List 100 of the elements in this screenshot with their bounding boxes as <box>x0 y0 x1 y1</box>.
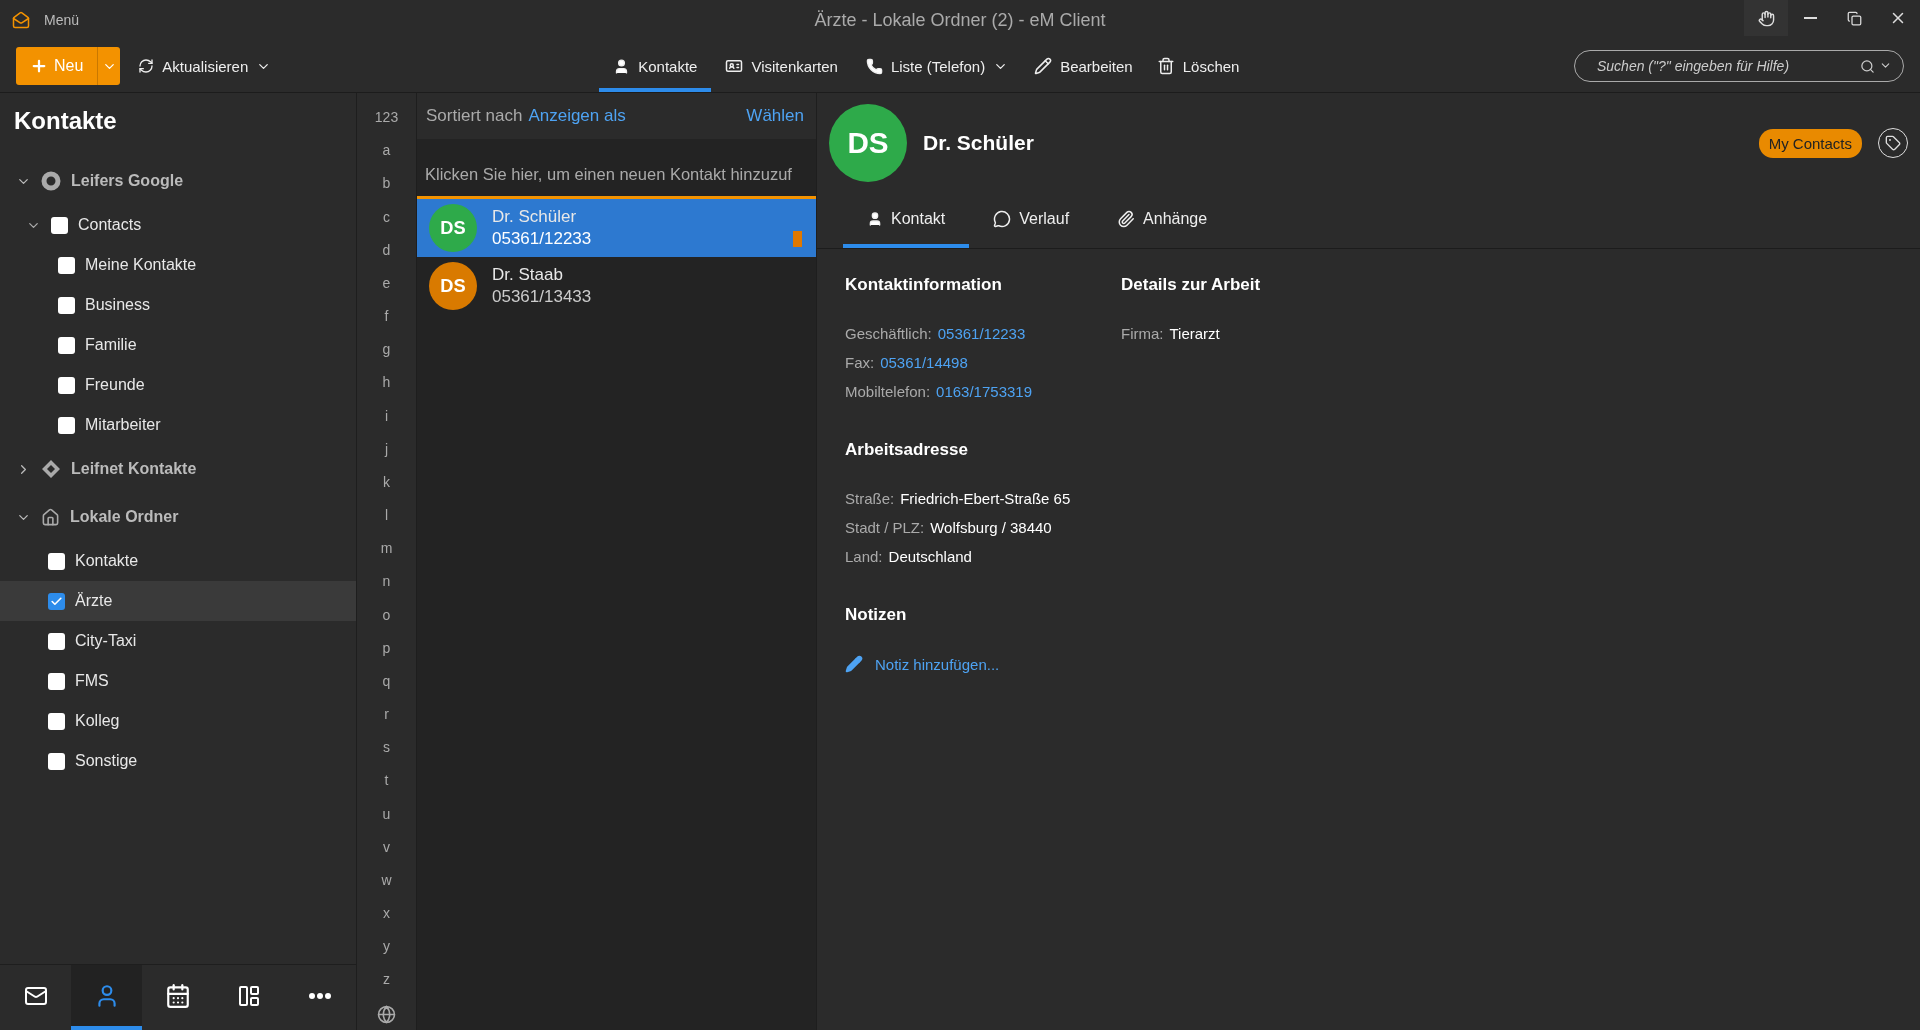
logo-icon <box>12 11 30 29</box>
checkbox[interactable] <box>48 552 65 570</box>
alphabet-index[interactable]: i <box>384 407 389 424</box>
sort-link[interactable]: Anzeigen als <box>528 106 626 126</box>
account-item[interactable]: Lokale Ordner <box>0 493 356 541</box>
folder-item[interactable]: Freunde <box>0 365 356 405</box>
alphabet-index[interactable]: q <box>382 672 391 689</box>
sidebar-title: Kontakte <box>13 106 118 136</box>
section-title: Details zur Arbeit <box>1121 275 1262 295</box>
alphabet-index[interactable]: y <box>383 938 390 955</box>
folder-item[interactable]: Kontakte <box>0 541 356 581</box>
detail-tab[interactable]: Verlauf <box>969 193 1094 248</box>
category-tag[interactable]: My Contacts <box>1758 128 1862 158</box>
alphabet-index[interactable]: a <box>382 142 391 159</box>
add-note-link[interactable]: Notiz hinzufügen... <box>845 655 1892 673</box>
touch-mode-button[interactable] <box>1744 0 1788 36</box>
checkbox[interactable] <box>58 416 75 434</box>
alphabet-index[interactable]: d <box>382 241 391 258</box>
refresh-button[interactable]: Aktualisieren <box>126 40 284 92</box>
alphabet-index[interactable]: h <box>382 374 391 391</box>
alphabet-index[interactable]: v <box>383 838 390 855</box>
alphabet-index[interactable]: r <box>384 706 389 723</box>
checkbox[interactable] <box>48 592 65 610</box>
checkbox[interactable] <box>48 632 65 650</box>
contact-item[interactable]: DS Dr. Staab 05361/13433 <box>417 257 816 315</box>
account-item[interactable]: Leifers Google <box>0 157 356 205</box>
search-icon <box>1860 59 1875 74</box>
toolbar-button[interactable]: Löschen <box>1144 40 1252 92</box>
field-label: Firma: <box>1121 325 1164 342</box>
alphabet-index[interactable]: g <box>382 341 391 358</box>
select-link[interactable]: Wählen <box>746 106 804 126</box>
alphabet-index[interactable]: x <box>383 905 390 922</box>
alphabet-index[interactable]: b <box>382 175 391 192</box>
alphabet-index[interactable]: l <box>384 507 389 524</box>
alphabet-index[interactable]: 123 <box>374 109 399 125</box>
alphabet-index[interactable]: w <box>381 871 392 888</box>
alphabet-index[interactable]: c <box>383 208 390 225</box>
alphabet-index[interactable]: p <box>382 639 391 656</box>
checkbox[interactable] <box>48 672 65 690</box>
field-label: Land: <box>845 548 883 565</box>
view-tab[interactable]: Liste (Telefon) <box>851 40 1023 92</box>
globe-icon[interactable] <box>377 1004 396 1024</box>
trash-icon <box>1156 57 1175 75</box>
alphabet-index[interactable]: j <box>384 440 389 457</box>
alphabet-index[interactable]: e <box>382 274 391 291</box>
field-label: Geschäftlich: <box>845 325 932 342</box>
folder-item[interactable]: Business <box>0 285 356 325</box>
section-title: Notizen <box>845 605 908 625</box>
account-item[interactable]: Leifnet Kontakte <box>0 445 356 493</box>
checkbox[interactable] <box>58 256 75 274</box>
alphabet-index[interactable]: f <box>384 308 389 325</box>
alphabet-index[interactable]: t <box>384 772 389 789</box>
avatar: DS <box>829 104 907 182</box>
folder-item[interactable]: Contacts <box>0 205 356 245</box>
field-value: Tierarzt <box>1169 325 1220 342</box>
alphabet-index[interactable]: k <box>383 473 390 490</box>
new-contact-field[interactable]: Klicken Sie hier, um einen neuen Kontakt hinzuzuf <box>417 153 816 199</box>
section-title: Kontaktinformation <box>845 275 1003 295</box>
home-icon <box>41 507 60 527</box>
avatar: DS <box>429 262 477 310</box>
checkbox[interactable] <box>48 752 65 770</box>
new-dropdown-button[interactable] <box>98 47 121 85</box>
view-tab[interactable]: Visitenkarten <box>711 40 852 92</box>
checkbox[interactable] <box>48 712 65 730</box>
search-field[interactable]: Suchen ("?" eingeben für Hilfe) <box>1574 50 1904 82</box>
contact-name: Dr. Schüler <box>923 131 1034 155</box>
detail-tab[interactable]: Anhänge <box>1093 193 1232 248</box>
folder-item[interactable]: Familie <box>0 325 356 365</box>
alphabet-index[interactable]: z <box>383 971 390 988</box>
field-value: Friedrich-Ebert-Straße 65 <box>900 490 1071 507</box>
alphabet-index[interactable]: n <box>382 573 391 590</box>
menu-button[interactable]: Menü <box>0 11 80 29</box>
more-icon <box>309 992 332 999</box>
phone-link[interactable]: 0163/1753319 <box>936 383 1032 400</box>
toolbar-button[interactable]: Bearbeiten <box>1022 40 1145 92</box>
folder-item[interactable]: Kolleg <box>0 701 356 741</box>
minimize-icon <box>1803 17 1817 19</box>
checkbox[interactable] <box>58 376 75 394</box>
field-value: Wolfsburg / 38440 <box>930 519 1052 536</box>
folder-item[interactable]: Ärzte <box>0 581 356 621</box>
detail-tab[interactable]: Kontakt <box>843 193 970 248</box>
contact-phone: 05361/13433 <box>492 287 592 307</box>
folder-item[interactable]: Mitarbeiter <box>0 405 356 445</box>
alphabet-index[interactable]: s <box>383 739 390 756</box>
section-title: Arbeitsadresse <box>845 440 969 460</box>
alphabet-index[interactable]: m <box>380 540 393 557</box>
pencil-icon <box>845 655 863 673</box>
alphabet-index[interactable]: u <box>382 805 391 822</box>
alphabet-index[interactable]: o <box>382 606 391 623</box>
checkbox[interactable] <box>58 336 75 354</box>
folder-item[interactable]: Meine Kontakte <box>0 245 356 285</box>
checkbox[interactable] <box>58 296 75 314</box>
checkbox[interactable] <box>51 216 68 234</box>
plus-icon <box>30 57 48 75</box>
folder-item[interactable]: City-Taxi <box>0 621 356 661</box>
phone-link[interactable]: 05361/14498 <box>880 354 968 371</box>
phone-link[interactable]: 05361/12233 <box>937 325 1026 342</box>
folder-item[interactable]: Sonstige <box>0 741 356 781</box>
folder-item[interactable]: FMS <box>0 661 356 701</box>
contact-item[interactable]: DS Dr. Schüler 05361/12233 <box>417 199 816 257</box>
